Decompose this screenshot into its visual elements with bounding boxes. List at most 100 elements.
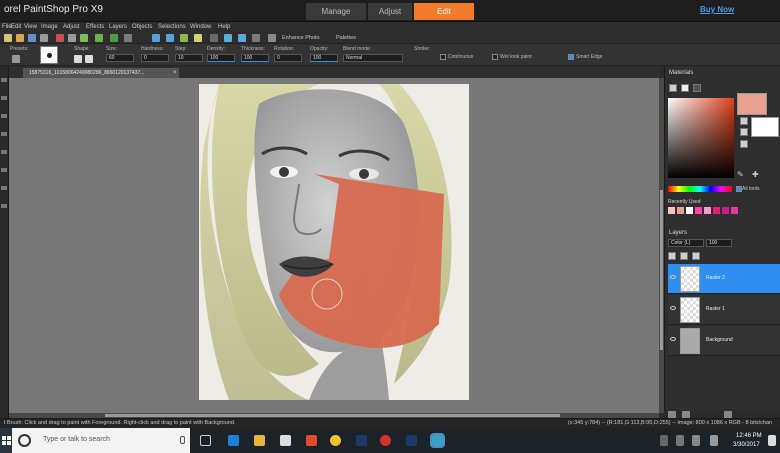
color-picker-gradient[interactable] bbox=[668, 98, 734, 178]
lock-icon[interactable] bbox=[740, 140, 748, 148]
adjust-layer-icon[interactable] bbox=[692, 252, 700, 260]
layer-opacity-field[interactable]: 100 bbox=[706, 239, 732, 247]
volume-icon[interactable] bbox=[692, 435, 700, 446]
swatch-icon[interactable] bbox=[693, 84, 701, 92]
step-field[interactable]: 10 bbox=[175, 54, 203, 62]
enhance-photo-menu[interactable]: Enhance Photo bbox=[282, 33, 320, 43]
visibility-eye-icon[interactable] bbox=[670, 337, 676, 341]
menu-selections[interactable]: Selections bbox=[158, 22, 186, 32]
mask-icon[interactable] bbox=[680, 252, 688, 260]
notifications-icon[interactable] bbox=[768, 435, 776, 446]
new-icon[interactable] bbox=[4, 34, 12, 42]
eraser-tool-icon[interactable] bbox=[1, 186, 7, 190]
round-shape-icon[interactable] bbox=[74, 55, 82, 63]
pen-icon[interactable]: ✎ bbox=[737, 170, 744, 180]
edge-icon[interactable] bbox=[228, 435, 239, 446]
keyboard-icon[interactable] bbox=[710, 435, 718, 446]
visibility-eye-icon[interactable] bbox=[670, 306, 676, 310]
save-icon[interactable] bbox=[28, 34, 36, 42]
visibility-eye-icon[interactable] bbox=[670, 275, 676, 279]
brush-tool-icon[interactable] bbox=[12, 55, 20, 63]
straighten-icon[interactable] bbox=[110, 34, 118, 42]
print-icon[interactable] bbox=[40, 34, 48, 42]
menu-view[interactable]: View bbox=[24, 22, 37, 32]
store-icon[interactable] bbox=[280, 435, 291, 446]
grid-icon[interactable] bbox=[210, 34, 218, 42]
menu-window[interactable]: Window bbox=[190, 22, 211, 32]
portrait-photo[interactable] bbox=[199, 84, 469, 400]
open-icon[interactable] bbox=[16, 34, 24, 42]
blend-mode-select[interactable]: Normal bbox=[343, 54, 403, 62]
clone-tool-icon[interactable] bbox=[1, 204, 7, 208]
recent-color-swatch[interactable] bbox=[686, 207, 693, 214]
new-layer-icon[interactable] bbox=[668, 252, 676, 260]
close-icon[interactable]: × bbox=[173, 68, 177, 78]
recent-color-swatch[interactable] bbox=[731, 207, 738, 214]
thickness-field[interactable]: 100 bbox=[241, 54, 269, 62]
texture-icon[interactable] bbox=[740, 128, 748, 136]
paint-brush-tool-icon[interactable] bbox=[1, 168, 7, 172]
app-icon[interactable] bbox=[306, 435, 317, 446]
layer-row-raster-1[interactable]: Raster 1 bbox=[668, 295, 780, 325]
undo-icon[interactable] bbox=[152, 34, 160, 42]
swap-icon[interactable] bbox=[740, 117, 748, 125]
zoom-tool-icon[interactable] bbox=[1, 96, 7, 100]
zoom-icon[interactable] bbox=[194, 34, 202, 42]
document-tab[interactable]: 15875316_10158064249080296_8650120137437… bbox=[23, 68, 179, 78]
menu-adjust[interactable]: Adjust bbox=[63, 22, 80, 32]
layer-row-raster-2[interactable]: Raster 2 bbox=[668, 264, 780, 294]
menu-layers[interactable]: Layers bbox=[109, 22, 127, 32]
clock-date[interactable]: 3/30/2017 bbox=[733, 442, 760, 448]
color-spectrum[interactable] bbox=[668, 186, 732, 192]
recent-color-swatch[interactable] bbox=[704, 207, 711, 214]
tab-manage[interactable]: Manage bbox=[306, 3, 366, 20]
rotation-field[interactable]: 0 bbox=[274, 54, 302, 62]
layer-blend-select[interactable]: Color (L) bbox=[668, 239, 704, 247]
layer-row-background[interactable]: Background bbox=[668, 326, 780, 356]
menu-image[interactable]: Image bbox=[41, 22, 58, 32]
chrome-icon[interactable] bbox=[330, 435, 341, 446]
taskbar-search[interactable]: Type or talk to search bbox=[12, 428, 190, 453]
file-explorer-icon[interactable] bbox=[254, 435, 265, 446]
ruler-icon[interactable] bbox=[224, 34, 232, 42]
palettes-menu[interactable]: Palettes bbox=[336, 33, 356, 43]
copy-icon[interactable] bbox=[68, 34, 76, 42]
tray-icon[interactable] bbox=[660, 435, 668, 446]
plus-icon[interactable]: ✚ bbox=[752, 170, 759, 180]
size-field[interactable]: 60 bbox=[106, 54, 134, 62]
recent-color-swatch[interactable] bbox=[668, 207, 675, 214]
recent-color-swatch[interactable] bbox=[695, 207, 702, 214]
buy-now-link[interactable]: Buy Now bbox=[700, 5, 734, 14]
menu-edit[interactable]: Edit bbox=[11, 22, 21, 32]
palette-icon[interactable] bbox=[681, 84, 689, 92]
guides-icon[interactable] bbox=[238, 34, 246, 42]
fullscreen-icon[interactable] bbox=[268, 34, 276, 42]
smart-edge-checkbox[interactable] bbox=[568, 54, 574, 60]
start-button[interactable] bbox=[0, 428, 12, 453]
opacity-field[interactable]: 100 bbox=[310, 54, 338, 62]
background-swatch[interactable] bbox=[751, 117, 779, 137]
frame-icon[interactable] bbox=[669, 84, 677, 92]
network-icon[interactable] bbox=[676, 435, 684, 446]
brush-preview[interactable] bbox=[40, 46, 58, 64]
crop-icon[interactable] bbox=[95, 34, 103, 42]
photoshop-icon[interactable] bbox=[356, 435, 367, 446]
selection-tool-icon[interactable] bbox=[1, 114, 7, 118]
task-view-icon[interactable] bbox=[200, 435, 211, 446]
square-shape-icon[interactable] bbox=[85, 55, 93, 63]
tab-adjust[interactable]: Adjust bbox=[368, 3, 412, 20]
overview-icon[interactable] bbox=[252, 34, 260, 42]
recent-color-swatch[interactable] bbox=[722, 207, 729, 214]
continuous-checkbox[interactable] bbox=[440, 54, 446, 60]
horizontal-scroll-thumb[interactable] bbox=[105, 414, 560, 417]
microphone-icon[interactable] bbox=[180, 436, 185, 444]
premiere-icon[interactable] bbox=[406, 435, 417, 446]
crop-tool-icon[interactable] bbox=[1, 150, 7, 154]
recent-color-swatch[interactable] bbox=[677, 207, 684, 214]
vertical-scroll-thumb[interactable] bbox=[660, 190, 663, 350]
paintshop-icon[interactable] bbox=[430, 433, 445, 448]
paste-icon[interactable] bbox=[80, 34, 88, 42]
cut-icon[interactable] bbox=[56, 34, 64, 42]
redo-icon[interactable] bbox=[166, 34, 174, 42]
pan-tool-icon[interactable] bbox=[1, 78, 7, 82]
